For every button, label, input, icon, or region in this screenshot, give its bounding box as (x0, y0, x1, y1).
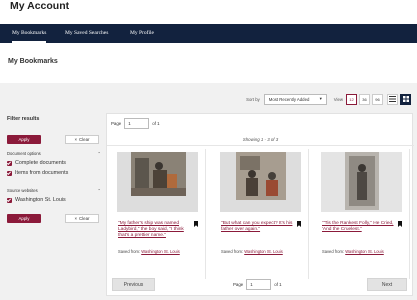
clear-filters-button-bottom[interactable]: × Clear (65, 214, 99, 223)
option-label: Complete documents (15, 160, 66, 166)
saved-from-label: Saved from: (118, 249, 141, 254)
nav-item-profile[interactable]: My Profile (130, 24, 154, 43)
apply-filters-button-bottom[interactable]: Apply (7, 214, 41, 223)
clear-label: Clear (79, 137, 90, 142)
page-label: Page (111, 121, 122, 126)
option-label: Items from documents (15, 170, 69, 176)
bookmark-thumbnail[interactable] (117, 152, 198, 212)
pagination-bottom: Previous Page 1 of 1 Next (107, 278, 414, 296)
illustration-image (117, 152, 198, 212)
option-label: Washington St. Louis (15, 197, 66, 203)
page-control: Page 1 of 1 (233, 279, 282, 290)
bookmark-title-link[interactable]: "My father's ship was named Ladybird," t… (118, 221, 195, 239)
account-nav: My Bookmarks My Saved Searches My Profil… (0, 24, 417, 43)
sort-toolbar: Sort by Most Recently Added ▾ View 12 36… (246, 93, 411, 105)
next-button[interactable]: Next (367, 278, 407, 291)
page-label: Page (233, 282, 244, 287)
illustration-image (220, 152, 301, 212)
checkbox-checked-icon (7, 197, 12, 203)
source-link[interactable]: Washington St. Louis (345, 249, 384, 254)
grid-icon (402, 96, 409, 102)
close-icon: × (74, 216, 78, 221)
chevron-down-icon: ▾ (319, 96, 322, 101)
previous-button[interactable]: Previous (112, 278, 155, 291)
bookmark-thumbnail[interactable] (321, 152, 402, 212)
bookmark-title-link[interactable]: "'Tis the Rankest Folly," He Cried, 'And… (322, 221, 399, 233)
checkbox-checked-icon (7, 170, 12, 176)
option-complete-documents[interactable]: Complete documents (7, 160, 101, 166)
bookmark-card: "'Tis the Rankest Folly," He Cried, 'And… (314, 149, 410, 279)
saved-from: Saved from: Washington St. Louis (322, 249, 384, 254)
results-count: Showing 1 - 3 of 3 (242, 137, 279, 142)
bookmark-title-link[interactable]: "But what can you expect? It's his fathe… (221, 221, 298, 233)
source-websites-header[interactable]: Source websites ⌃ (7, 188, 101, 193)
page-input-bottom[interactable]: 1 (246, 279, 272, 290)
bookmark-card: "But what can you expect? It's his fathe… (213, 149, 309, 279)
pagination-top: Page 1 of 1 (111, 118, 160, 129)
saved-from-label: Saved from: (322, 249, 345, 254)
illustration-image (321, 152, 402, 212)
bookmark-card: "My father's ship was named Ladybird," t… (110, 149, 206, 279)
filter-title: Filter results (7, 116, 40, 122)
document-options-header[interactable]: Document options ⌃ (7, 151, 101, 156)
per-page-12-button[interactable]: 12 (346, 93, 357, 105)
option-washington-st-louis[interactable]: Washington St. Louis (7, 197, 101, 203)
nav-item-bookmarks[interactable]: My Bookmarks (12, 24, 47, 43)
sort-value: Most Recently Added (268, 96, 310, 102)
page-input[interactable]: 1 (124, 118, 150, 129)
view-label: View (333, 96, 343, 102)
close-icon: × (74, 137, 78, 142)
per-page-36-button[interactable]: 36 (359, 93, 370, 105)
apply-filters-button[interactable]: Apply (7, 135, 41, 144)
sort-label: Sort by (246, 96, 260, 102)
filter-panel: Filter results (7, 116, 101, 122)
sort-select[interactable]: Most Recently Added ▾ (263, 93, 327, 105)
saved-from: Saved from: Washington St. Louis (118, 249, 180, 254)
nav-item-saved-searches[interactable]: My Saved Searches (65, 24, 108, 43)
list-icon (389, 96, 396, 102)
bookmark-thumbnail[interactable] (220, 152, 301, 212)
page-count: of 1 (274, 282, 282, 287)
grid-view-button[interactable] (400, 93, 411, 105)
document-options-group: Document options ⌃ Complete documents It… (7, 151, 101, 176)
source-link[interactable]: Washington St. Louis (244, 249, 283, 254)
checkbox-checked-icon (7, 160, 12, 166)
source-websites-group: Source websites ⌃ Washington St. Louis (7, 188, 101, 203)
section-title: My Bookmarks (8, 58, 58, 65)
list-view-button[interactable] (387, 93, 398, 105)
saved-from-label: Saved from: (221, 249, 244, 254)
clear-label: Clear (79, 216, 90, 221)
option-items-from-documents[interactable]: Items from documents (7, 170, 101, 176)
page-title: My Account (10, 0, 70, 12)
results-panel: Page 1 of 1 Showing 1 - 3 of 3 "My fathe… (106, 113, 414, 296)
clear-filters-button[interactable]: × Clear (65, 135, 99, 144)
per-page-96-button[interactable]: 96 (372, 93, 383, 105)
source-websites-label: Source websites (7, 188, 38, 193)
chevron-up-icon: ⌃ (97, 188, 101, 193)
chevron-up-icon: ⌃ (97, 151, 101, 156)
divider (107, 145, 414, 146)
bookmark-icon[interactable] (194, 221, 198, 227)
source-link[interactable]: Washington St. Louis (141, 249, 180, 254)
bookmark-icon[interactable] (297, 221, 301, 227)
saved-from: Saved from: Washington St. Louis (221, 249, 283, 254)
document-options-label: Document options (7, 151, 41, 156)
page-count: of 1 (152, 121, 160, 126)
bookmark-icon[interactable] (398, 221, 402, 227)
